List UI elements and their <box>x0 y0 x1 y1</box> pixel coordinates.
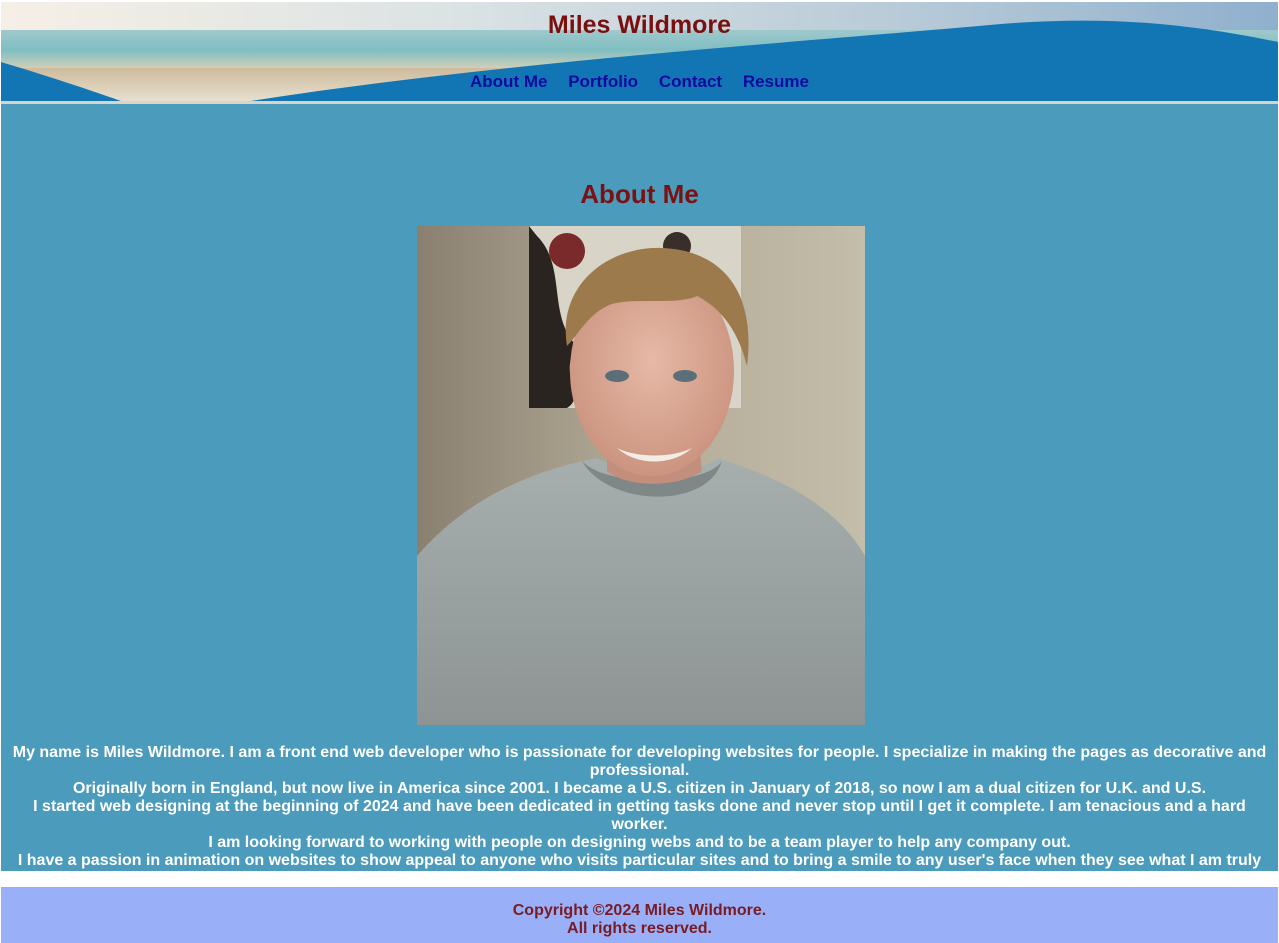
site-footer: Copyright ©2024 Miles Wildmore. All righ… <box>1 887 1278 943</box>
about-section: About Me My name is Miles Wildmore. I am… <box>1 104 1278 887</box>
bio-paragraph: I am looking forward to working with peo… <box>208 834 1071 851</box>
bio-text: My name is Miles Wildmore. I am a front … <box>1 744 1278 888</box>
page: Miles Wildmore About Me Portfolio Contac… <box>0 0 1279 943</box>
rights-text: All rights reserved. <box>567 920 712 937</box>
bio-paragraph: I have a passion in animation on website… <box>17 852 1262 887</box>
site-title: Miles Wildmore <box>547 11 732 39</box>
copyright-text: Copyright ©2024 Miles Wildmore. <box>512 902 767 919</box>
bio-paragraph: Originally born in England, but now live… <box>72 780 1207 797</box>
bio-paragraph: My name is Miles Wildmore. I am a front … <box>12 744 1267 779</box>
nav-link-contact[interactable]: Contact <box>659 72 722 91</box>
nav-link-resume[interactable]: Resume <box>743 72 809 91</box>
site-header: Miles Wildmore About Me Portfolio Contac… <box>1 2 1278 104</box>
bio-paragraph: I started web designing at the beginning… <box>33 798 1246 833</box>
profile-photo <box>417 226 865 725</box>
nav-link-about-me[interactable]: About Me <box>470 72 547 91</box>
main-nav: About Me Portfolio Contact Resume <box>1 72 1278 92</box>
section-heading: About Me <box>580 179 699 209</box>
nav-link-portfolio[interactable]: Portfolio <box>568 72 638 91</box>
